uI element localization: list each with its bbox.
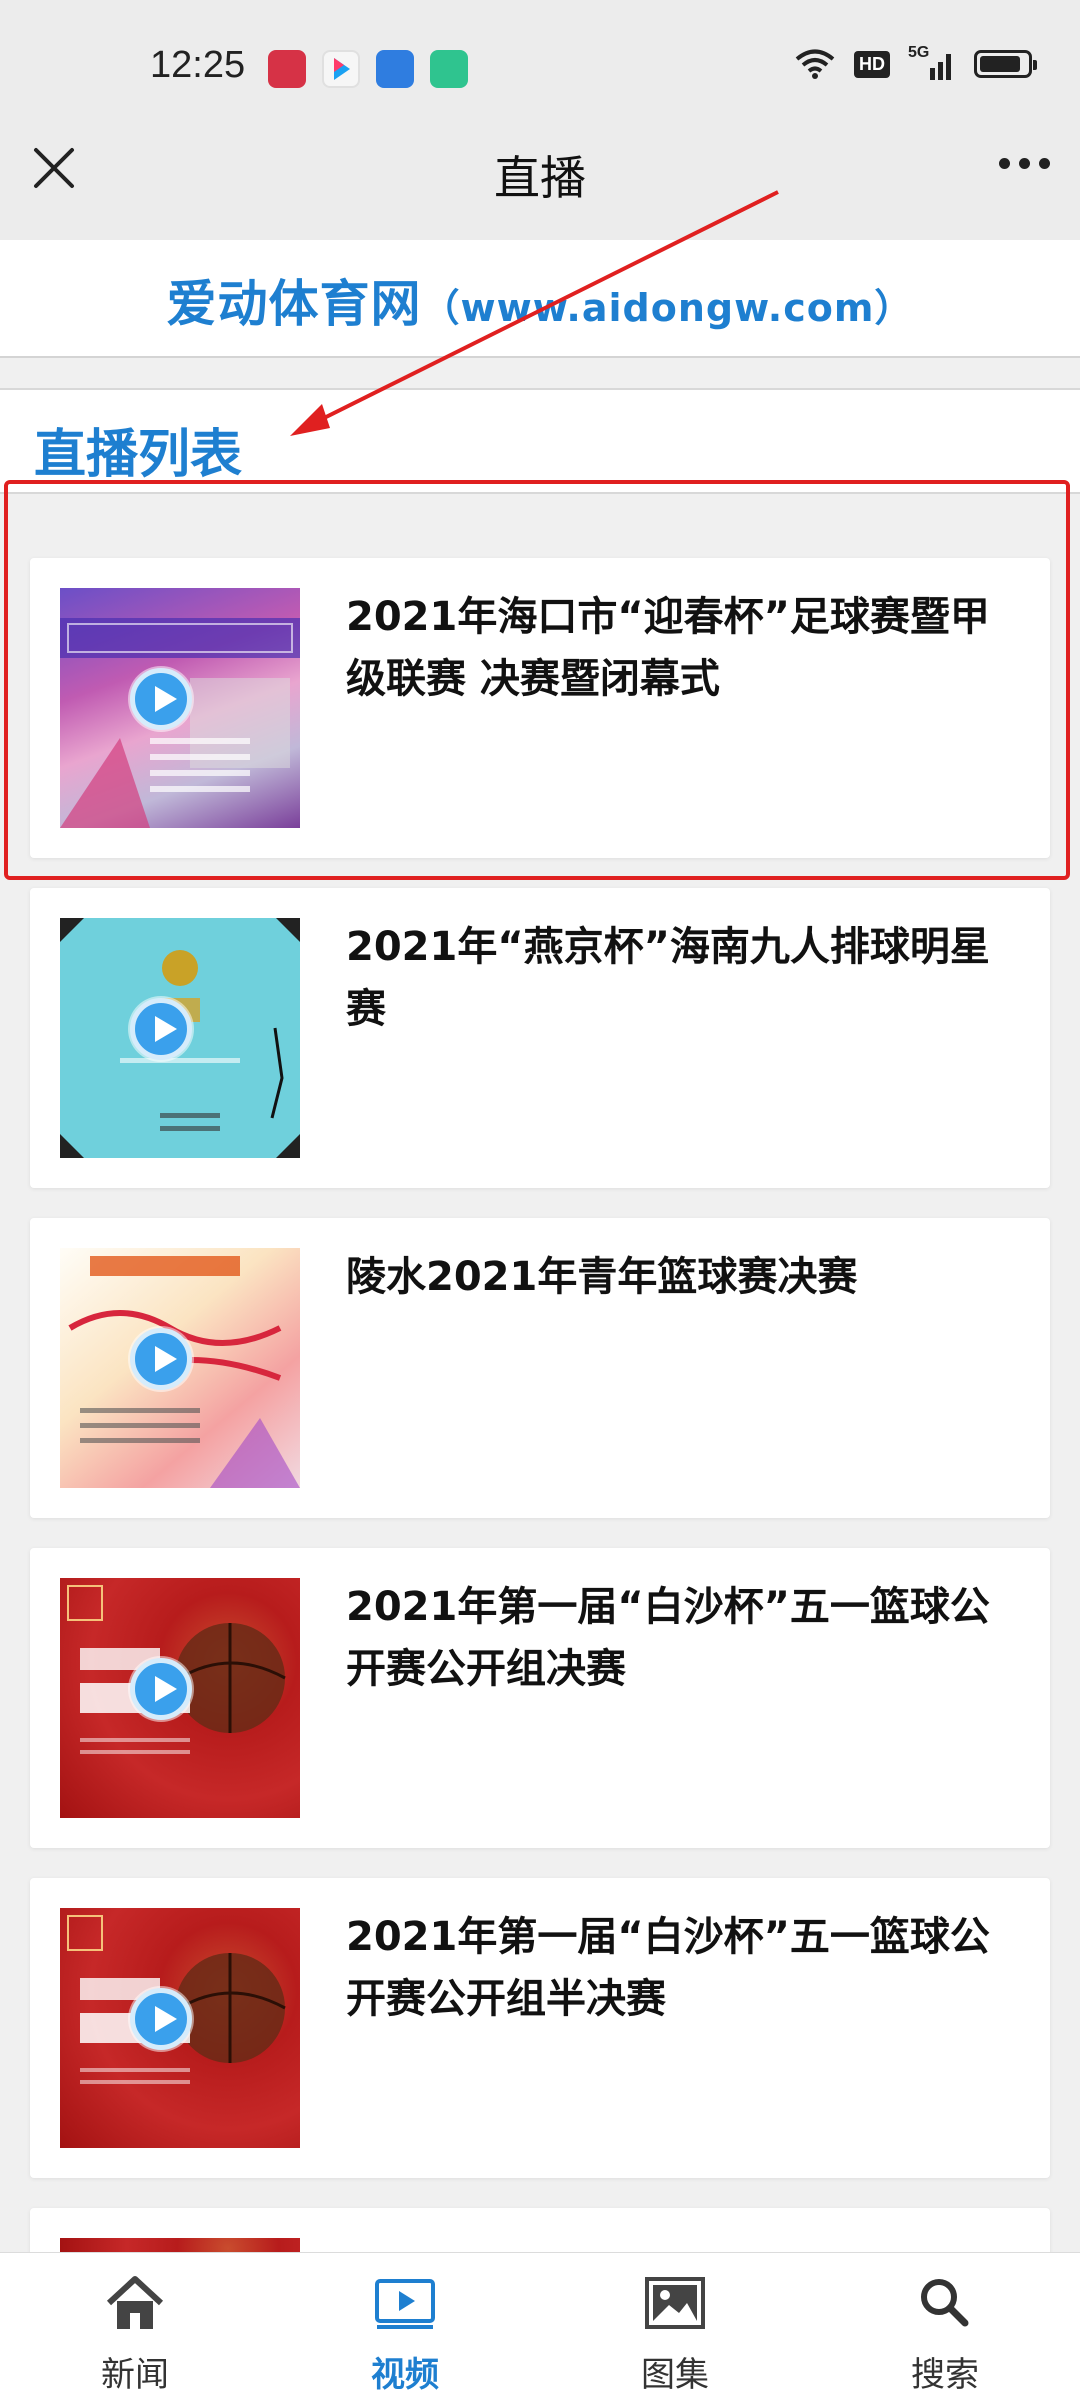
bottom-tab-bar: 新闻 视频 图集 搜索 bbox=[0, 2252, 1080, 2400]
list-item[interactable]: 2021年海口市“迎春杯”足球赛暨甲级联赛 决赛暨闭幕式 bbox=[30, 558, 1050, 858]
item-title: 陵水2021年青年篮球赛决赛 bbox=[346, 1254, 858, 1300]
thumbnail bbox=[60, 1908, 300, 2148]
play-icon[interactable] bbox=[130, 998, 192, 1060]
search-icon bbox=[921, 2279, 969, 2327]
item-title: 2021年第一届“白沙杯”五一篮球公开赛公开组半决赛 bbox=[346, 1914, 990, 2022]
play-icon[interactable] bbox=[130, 668, 192, 730]
window-app-icon bbox=[430, 50, 468, 88]
list-header: 直播列表 bbox=[0, 388, 1080, 494]
thumbnail bbox=[60, 1578, 300, 1818]
tab-label: 搜索 bbox=[911, 2355, 979, 2395]
tab-search[interactable]: 搜索 bbox=[810, 2253, 1080, 2400]
nav-bar: 直播 bbox=[0, 100, 1080, 240]
list-item[interactable]: 2021年“燕京杯”海南九人排球明星赛 bbox=[30, 888, 1050, 1188]
thumbnail bbox=[60, 1248, 300, 1488]
notification-app-icons bbox=[268, 50, 468, 88]
item-title: 2021年海口市“迎春杯”足球赛暨甲级联赛 决赛暨闭幕式 bbox=[346, 594, 990, 702]
status-indicators: HD 5G bbox=[794, 44, 1037, 80]
list-item[interactable]: 2021年第一届“白沙杯”五一篮球公开赛公开组决赛 bbox=[30, 1548, 1050, 1848]
play-icon[interactable] bbox=[130, 1658, 192, 1720]
site-name: 爱动体育网（www.aidongw.com） bbox=[0, 264, 1080, 336]
list-item[interactable]: 陵水2021年青年篮球赛决赛 bbox=[30, 1218, 1050, 1518]
site-name-text: 爱动体育网 bbox=[166, 275, 422, 333]
page-title: 直播 bbox=[494, 151, 586, 205]
tab-video[interactable]: 视频 bbox=[270, 2253, 540, 2400]
home-icon bbox=[106, 2276, 164, 2329]
signal-icon: 5G bbox=[908, 44, 956, 80]
tab-news[interactable]: 新闻 bbox=[0, 2253, 270, 2400]
tab-label: 图集 bbox=[641, 2355, 709, 2395]
youku-icon bbox=[322, 50, 360, 88]
battery-icon bbox=[974, 50, 1037, 78]
chat-bubble-icon bbox=[376, 50, 414, 88]
tab-label: 视频 bbox=[371, 2355, 439, 2395]
gallery-icon bbox=[645, 2277, 705, 2329]
site-url: （www.aidongw.com） bbox=[421, 286, 914, 330]
list-item[interactable]: 2021年第一届“白沙杯”五一篮球公开赛公开组半决赛 bbox=[30, 1878, 1050, 2178]
play-icon[interactable] bbox=[130, 1328, 192, 1390]
item-title: 2021年第一届“白沙杯”五一篮球公开赛公开组决赛 bbox=[346, 1584, 990, 1692]
list-title: 直播列表 bbox=[34, 425, 243, 485]
multi-app-icon bbox=[268, 50, 306, 88]
tab-label: 新闻 bbox=[101, 2355, 169, 2395]
site-banner: 爱动体育网（www.aidongw.com） bbox=[0, 240, 1080, 358]
wifi-icon bbox=[795, 49, 835, 79]
tab-gallery[interactable]: 图集 bbox=[540, 2253, 810, 2400]
thumbnail bbox=[60, 588, 300, 828]
status-time: 12:25 bbox=[150, 44, 246, 86]
play-icon[interactable] bbox=[130, 1988, 192, 2050]
video-icon bbox=[375, 2279, 435, 2329]
thumbnail bbox=[60, 918, 300, 1158]
more-dots-icon[interactable] bbox=[999, 158, 1050, 169]
item-title: 2021年“燕京杯”海南九人排球明星赛 bbox=[346, 924, 990, 1032]
hd-badge: HD bbox=[854, 50, 890, 78]
